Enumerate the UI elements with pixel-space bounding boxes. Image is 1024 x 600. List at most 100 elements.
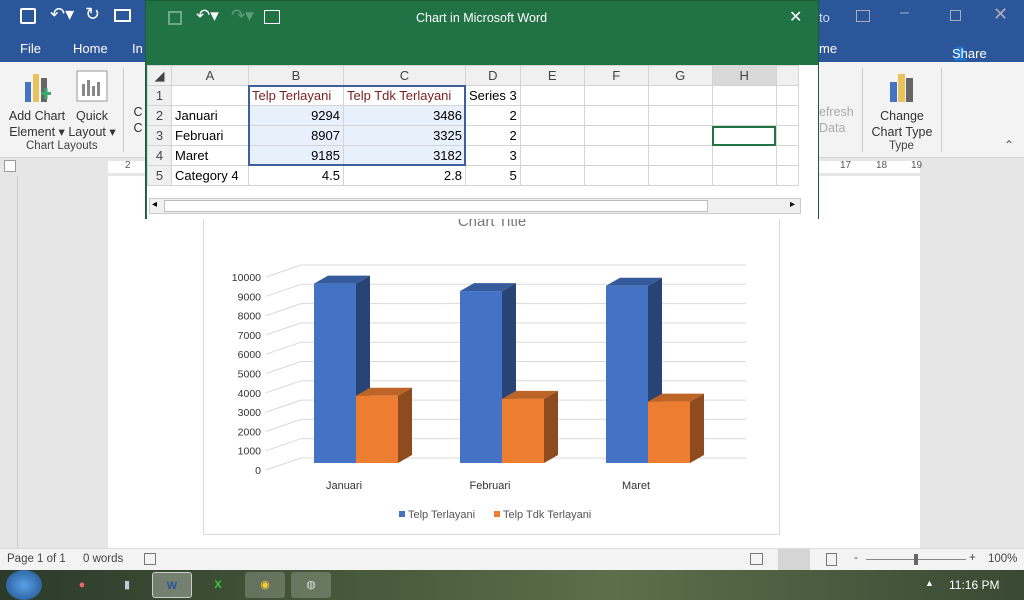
undo-icon[interactable]: ↶▾ [50, 4, 74, 25]
cell[interactable]: 2 [465, 125, 521, 146]
open-icon[interactable] [114, 9, 131, 22]
close-button[interactable]: ✕ [993, 4, 1008, 25]
cell[interactable] [647, 125, 713, 146]
cell[interactable]: 4.5 [248, 165, 344, 186]
column-header[interactable]: A [171, 65, 249, 86]
cell[interactable] [583, 105, 649, 126]
tab-insert[interactable]: In [132, 41, 143, 56]
cell[interactable] [711, 125, 777, 146]
tab-selector-icon[interactable] [4, 160, 16, 172]
redo-icon[interactable]: ↷▾ [231, 6, 254, 26]
zoom-slider[interactable] [866, 554, 966, 565]
page-count[interactable]: Page 1 of 1 [7, 553, 66, 565]
tab-file[interactable]: File [20, 41, 41, 56]
zoom-thumb[interactable] [914, 554, 918, 565]
cell[interactable] [519, 125, 585, 146]
close-button[interactable]: ✕ [789, 7, 802, 27]
y-tick-label: 1000 [238, 446, 262, 458]
change-chart-type-button[interactable]: Change Chart Type [866, 70, 938, 140]
cell[interactable]: Januari [171, 105, 249, 126]
cell[interactable] [711, 85, 777, 106]
firefox-icon[interactable]: ● [62, 572, 102, 598]
cell[interactable] [583, 165, 649, 186]
row-header[interactable]: 3 [147, 125, 172, 146]
tab-home[interactable]: Home [73, 41, 108, 56]
select-all[interactable]: ◢ [147, 65, 172, 86]
show-hidden-icons[interactable]: ▲ [925, 578, 934, 588]
column-header[interactable]: C [343, 65, 466, 86]
zoom-out-button[interactable]: - [854, 552, 858, 564]
column-header[interactable]: D [465, 65, 521, 86]
tab-partial[interactable]: me [819, 41, 837, 56]
x-tick-label: Februari [470, 480, 511, 492]
cell[interactable] [647, 145, 713, 166]
cell[interactable] [711, 165, 777, 186]
ribbon-display-icon[interactable] [856, 10, 870, 22]
column-header[interactable]: B [248, 65, 344, 86]
bar-side [690, 393, 704, 463]
word-icon[interactable]: W [152, 572, 192, 598]
save-icon[interactable] [20, 8, 36, 24]
zoom-in-button[interactable]: + [969, 552, 976, 564]
cell[interactable] [711, 105, 777, 126]
minimize-button[interactable]: – [900, 4, 909, 22]
cell[interactable]: 5 [465, 165, 521, 186]
edit-data-icon[interactable] [264, 10, 280, 24]
column-header[interactable]: H [711, 65, 777, 86]
scroll-thumb[interactable] [164, 200, 708, 212]
spreadsheet-grid[interactable]: ◢ A B C D E F G H 1 Telp Terlayani Telp … [147, 65, 818, 219]
excel-icon[interactable]: X [198, 572, 238, 598]
word-count[interactable]: 0 words [83, 553, 123, 565]
horizontal-scrollbar[interactable]: ◂ ▸ [149, 198, 801, 214]
cell[interactable] [583, 125, 649, 146]
cell[interactable]: 2 [465, 105, 521, 126]
redo-icon[interactable]: ↻ [85, 4, 100, 25]
chart[interactable]: Chart Title 0 1000 2000 3000 4000 5000 6000 7000… [203, 190, 780, 535]
cell[interactable]: Series 3 [465, 85, 521, 106]
partial-button[interactable]: C C [132, 104, 144, 136]
cell[interactable] [519, 145, 585, 166]
cell[interactable] [647, 105, 713, 126]
print-layout-icon[interactable] [778, 549, 810, 570]
row-header[interactable]: 4 [147, 145, 172, 166]
zoom-level[interactable]: 100% [988, 553, 1017, 565]
row-header[interactable]: 5 [147, 165, 172, 186]
quick-layout-button[interactable]: Quick Layout ▾ [68, 70, 116, 140]
proofing-icon[interactable] [144, 553, 156, 565]
cell[interactable] [519, 165, 585, 186]
scroll-right-arrow[interactable]: ▸ [790, 199, 795, 210]
restore-button[interactable] [950, 10, 961, 21]
scroll-left-arrow[interactable]: ◂ [152, 199, 157, 210]
undo-icon[interactable]: ↶▾ [196, 6, 219, 26]
paint-icon[interactable]: ◍ [291, 572, 331, 598]
column-header[interactable]: E [519, 65, 585, 86]
cell[interactable] [171, 85, 249, 106]
cell[interactable] [519, 105, 585, 126]
cell[interactable] [647, 165, 713, 186]
cell[interactable]: Maret [171, 145, 249, 166]
row-header[interactable]: 2 [147, 105, 172, 126]
cell[interactable]: Category 4 [171, 165, 249, 186]
cell[interactable] [583, 85, 649, 106]
cell[interactable] [519, 85, 585, 106]
column-header[interactable]: F [583, 65, 649, 86]
clock[interactable]: 11:16 PM [949, 578, 999, 592]
cell[interactable]: 2.8 [343, 165, 466, 186]
add-chart-element-button[interactable]: Add Chart Element ▾ [6, 70, 68, 140]
cell[interactable] [583, 145, 649, 166]
collapse-ribbon-icon[interactable]: ⌃ [1004, 138, 1014, 152]
row-header[interactable]: 1 [147, 85, 172, 106]
cell[interactable]: Februari [171, 125, 249, 146]
read-mode-icon[interactable] [750, 553, 763, 565]
cell[interactable] [647, 85, 713, 106]
refresh-data-button[interactable]: efresh Data [819, 104, 859, 136]
notepad-icon[interactable]: ▮ [107, 572, 147, 598]
start-button[interactable] [6, 570, 42, 600]
legend-swatch [399, 511, 405, 517]
web-layout-icon[interactable] [826, 553, 837, 566]
cell[interactable]: 3 [465, 145, 521, 166]
column-header[interactable]: G [647, 65, 713, 86]
chrome-icon[interactable]: ◉ [245, 572, 285, 598]
save-icon[interactable] [168, 11, 182, 25]
cell[interactable] [711, 145, 777, 166]
